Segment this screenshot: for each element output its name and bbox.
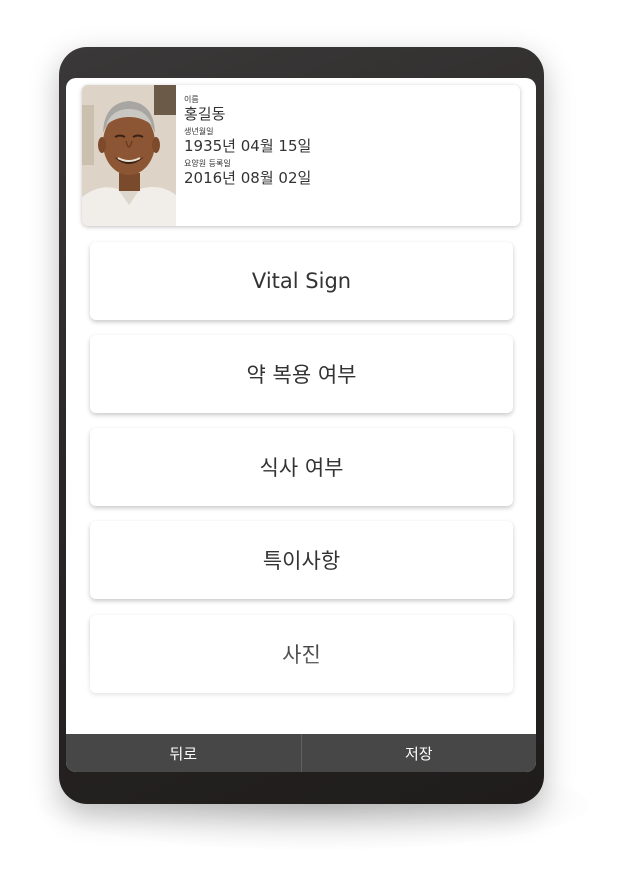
patient-name: 홍길동 <box>184 105 226 123</box>
patient-info: 이름 홍길동 생년월일 1935년 04월 15일 요양원 등록일 2016년 … <box>184 95 311 191</box>
elderly-man-portrait-image <box>82 85 176 226</box>
patient-photo <box>82 85 176 226</box>
special-notes-button[interactable]: 특이사항 <box>90 521 513 599</box>
patient-profile-card: 이름 홍길동 생년월일 1935년 04월 15일 요양원 등록일 2016년 … <box>82 85 520 226</box>
vital-sign-button[interactable]: Vital Sign <box>90 242 513 320</box>
app-screen: 이름 홍길동 생년월일 1935년 04월 15일 요양원 등록일 2016년 … <box>66 78 536 772</box>
registration-label: 요양원 등록일 <box>184 159 231 168</box>
medication-button[interactable]: 약 복용 여부 <box>90 335 513 413</box>
birth-label: 생년월일 <box>184 127 214 136</box>
name-label: 이름 <box>184 95 199 104</box>
bottom-action-bar: 뒤로 저장 <box>66 734 536 772</box>
photo-button[interactable]: 사진 <box>90 615 513 693</box>
meal-button[interactable]: 식사 여부 <box>90 428 513 506</box>
back-button[interactable]: 뒤로 <box>66 734 301 772</box>
registration-date: 2016년 08월 02일 <box>184 169 312 187</box>
save-button[interactable]: 저장 <box>302 734 537 772</box>
birth-date: 1935년 04월 15일 <box>184 137 312 155</box>
